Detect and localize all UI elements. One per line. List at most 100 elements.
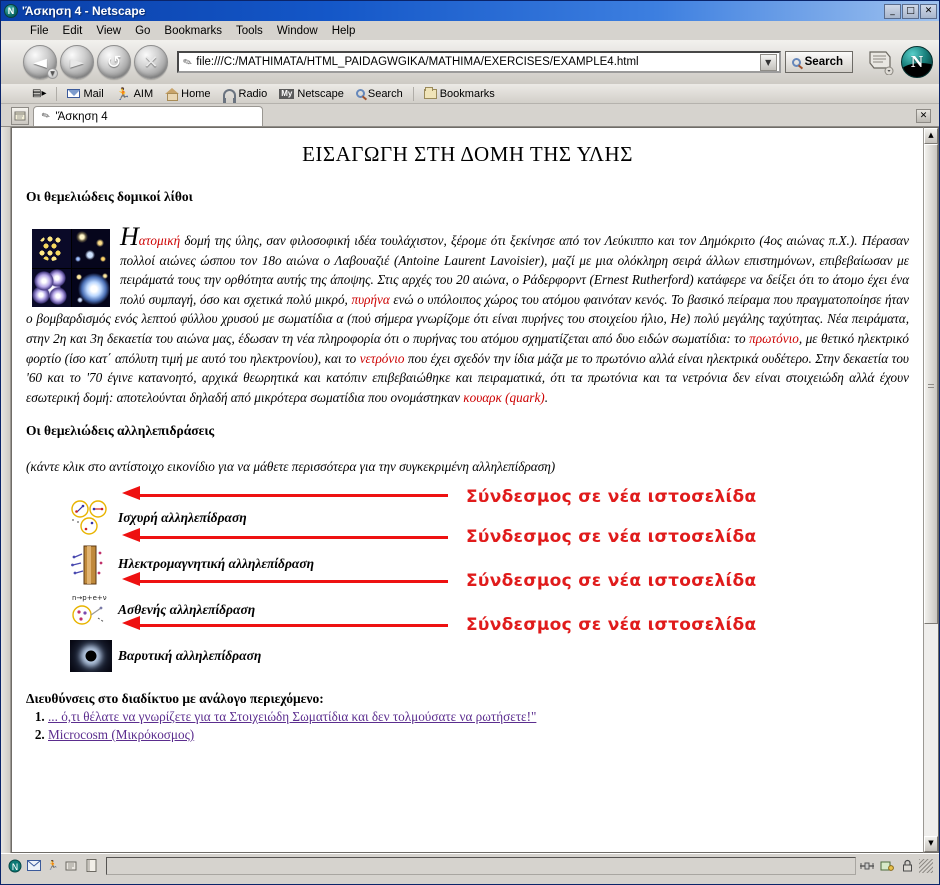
personal-item-search[interactable]: Search — [351, 85, 408, 103]
interaction-note-strong: Σύνδεσμος σε νέα ιστοσελίδα — [466, 486, 757, 507]
arrow-head-icon — [122, 615, 140, 630]
interaction-row-gravity[interactable]: Βαρυτική αλληλεπίδραση Σύνδεσμος σε νέα … — [26, 615, 909, 679]
menu-window[interactable]: Window — [270, 24, 325, 38]
resize-grip[interactable] — [919, 858, 933, 873]
reload-icon[interactable]: ↺ — [97, 45, 131, 79]
interactions-list: Ισχυρή αλληλεπίδραση Σύνδεσμος σε νέα ισ… — [26, 485, 909, 679]
electromagnetic-interaction-icon[interactable] — [70, 545, 112, 585]
scroll-up-button[interactable]: ▲ — [924, 128, 938, 144]
menu-bookmarks[interactable]: Bookmarks — [157, 24, 229, 38]
personal-item-bookmarks[interactable]: Bookmarks — [419, 85, 500, 103]
lock-icon[interactable] — [899, 858, 915, 874]
name-dimokritos: Δημόκριτο — [700, 233, 756, 248]
menu-help[interactable]: Help — [325, 24, 363, 38]
scrollbar-track[interactable] — [924, 144, 938, 836]
url-dropdown-icon[interactable]: ▼ — [759, 53, 777, 71]
mail-status-icon[interactable] — [26, 858, 42, 874]
security-icon[interactable] — [879, 858, 895, 874]
print-glyph — [869, 51, 894, 75]
annotation-arrow-2 — [122, 527, 448, 542]
menu-file[interactable]: File — [23, 24, 56, 38]
keyword-protonio: πρωτόνιο — [749, 330, 799, 346]
personal-item-netscape-label: Netscape — [297, 87, 344, 100]
tab-list-glyph — [14, 111, 25, 121]
tab-askisi-4[interactable]: ✎ 'Άσκηση 4 — [33, 106, 263, 126]
arrow-head-icon — [122, 571, 140, 586]
page-title: ΕΙΣΑΓΩΓΗ ΣΤΗ ΔΟΜΗ ΤΗΣ ΥΛΗΣ — [302, 142, 633, 166]
interaction-label-electromagnetic: Ηλεκτρομαγνητική αλληλεπίδραση — [118, 555, 315, 571]
weak-interaction-icon[interactable]: n→p+e+ν — [70, 591, 112, 629]
aim-running-man-icon: 🏃 — [115, 86, 131, 101]
menu-go[interactable]: Go — [128, 24, 157, 38]
menu-bar: File Edit View Go Bookmarks Tools Window… — [1, 21, 939, 40]
minimize-button[interactable]: _ — [884, 3, 901, 19]
sidebar-grip[interactable] — [1, 127, 11, 853]
tabs-dropdown-icon[interactable]: ▤▸ — [27, 85, 51, 103]
vertical-scrollbar[interactable]: ▲ ▼ — [923, 127, 939, 853]
connection-icon[interactable] — [859, 858, 875, 874]
composer-status-icon[interactable] — [64, 858, 80, 874]
scroll-down-button[interactable]: ▼ — [924, 836, 938, 852]
menu-tools[interactable]: Tools — [229, 24, 270, 38]
forward-icon[interactable]: ► — [60, 45, 94, 79]
envelope-icon — [67, 89, 81, 98]
personal-toolbar: ▤▸ Mail 🏃 AIM Home Radio My Netscape Sea… — [1, 84, 939, 104]
personal-item-netscape[interactable]: My Netscape — [274, 85, 349, 103]
close-button[interactable]: ✕ — [920, 3, 937, 19]
search-button[interactable]: Search — [784, 51, 853, 73]
keyword-pyrina: πυρήνα — [351, 291, 390, 307]
menu-view[interactable]: View — [89, 24, 128, 38]
name-rutherford: Ράδερφορντ (Ernest Rutherford) — [522, 272, 694, 288]
magnifier-icon — [355, 89, 365, 98]
status-icon-group: N 🏃 — [3, 858, 103, 874]
toolbar-divider — [56, 86, 58, 101]
arrow-head-icon — [122, 485, 140, 500]
addressbook-status-icon[interactable] — [83, 858, 99, 874]
personal-item-bookmarks-label: Bookmarks — [439, 87, 495, 100]
content-area: ΕΙΣΑΓΩΓΗ ΣΤΗ ΔΟΜΗ ΤΗΣ ΥΛΗΣ Οι θεμελιώδει… — [1, 126, 939, 853]
status-right-icons — [859, 858, 937, 874]
netscape-logo-icon[interactable]: N — [901, 46, 933, 78]
personal-item-aim-label: AIM — [133, 87, 154, 100]
personal-item-radio[interactable]: Radio — [218, 85, 273, 103]
arrow-shaft — [138, 535, 448, 539]
personal-item-radio-label: Radio — [238, 87, 268, 100]
section-heading-interactions: Οι θεμελιώδεις αλληλεπιδράσεις — [26, 423, 215, 439]
link-elementary-particles[interactable]: ... ό,τι θέλατε να γνωρίζετε για τα Στοι… — [48, 709, 536, 724]
close-tab-button[interactable]: ✕ — [916, 109, 931, 123]
interactions-note: (κάντε κλικ στο αντίστοιχο εικονίδιο για… — [26, 459, 556, 475]
tab-strip: ✎ 'Άσκηση 4 ✕ — [1, 104, 939, 126]
magnifier-icon — [791, 57, 801, 67]
section-heading-building-blocks: Οι θεμελιώδεις δομικοί λίθοι — [26, 189, 193, 204]
link-microcosm[interactable]: Microcosm (Μικρόκοσμος) — [48, 727, 194, 742]
para-text-2: και τον — [653, 233, 701, 248]
personal-item-mail[interactable]: Mail — [62, 85, 108, 103]
maximize-button[interactable]: □ — [902, 3, 919, 19]
electromagnetic-interaction-glyph — [71, 545, 103, 585]
tab-list-icon[interactable] — [11, 107, 29, 125]
stop-icon[interactable]: ✕ — [134, 45, 168, 79]
back-dropdown-icon[interactable]: ▼ — [47, 68, 58, 79]
scrollbar-thumb[interactable] — [924, 144, 938, 624]
menu-edit[interactable]: Edit — [56, 24, 90, 38]
interaction-label-strong: Ισχυρή αλληλεπίδραση — [118, 509, 247, 525]
personal-item-home[interactable]: Home — [160, 85, 215, 103]
address-bar[interactable]: ✎ file:///C:/MATHIMATA/HTML_PAIDAGWGIKA/… — [177, 51, 781, 73]
list-item: Microcosm (Μικρόκοσμος) — [48, 727, 909, 743]
interaction-label-gravity: Βαρυτική αλληλεπίδραση — [118, 647, 262, 663]
keyword-netronio: νετρόνιο — [359, 350, 405, 366]
links-heading: Διευθύνσεις στο διαδίκτυο με ανάλογο περ… — [26, 690, 324, 706]
atom-image-4 — [71, 268, 110, 307]
print-icon[interactable] — [859, 44, 899, 80]
netscape-status-icon[interactable]: N — [7, 858, 23, 874]
back-icon[interactable]: ◄ ▼ — [23, 45, 58, 79]
aim-status-icon[interactable]: 🏃 — [45, 858, 61, 874]
url-text[interactable]: file:///C:/MATHIMATA/HTML_PAIDAGWGIKA/MA… — [196, 56, 759, 68]
gravity-interaction-icon[interactable] — [70, 637, 112, 675]
personal-item-aim[interactable]: 🏃 AIM — [111, 85, 159, 103]
strong-interaction-glyph — [71, 500, 107, 535]
strong-interaction-icon[interactable] — [70, 499, 112, 537]
scrollbar-grip — [928, 384, 934, 390]
interaction-note-gravity: Σύνδεσμος σε νέα ιστοσελίδα — [466, 614, 757, 635]
